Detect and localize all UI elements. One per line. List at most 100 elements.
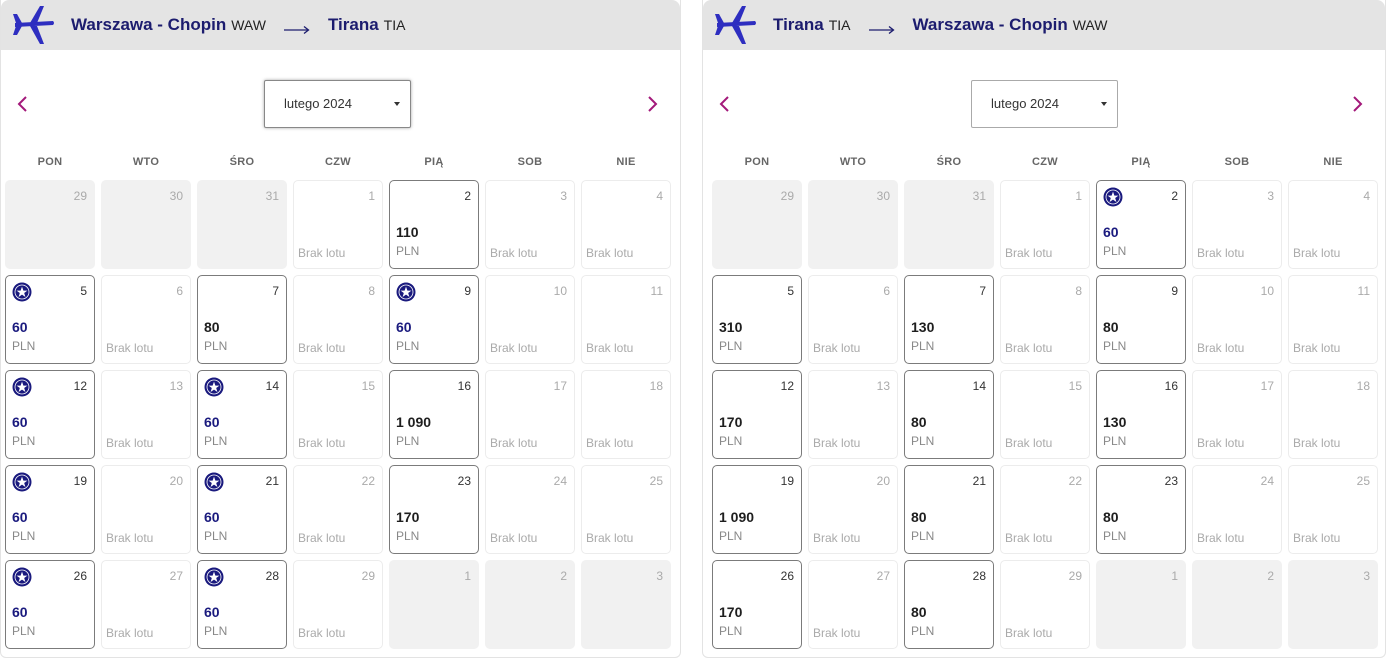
day-cell: 3 <box>1288 560 1378 649</box>
day-cell[interactable]: 26 60 PLN <box>5 560 95 649</box>
return-calendar-panel: Tirana TIA Warszawa - Chopin WAW lutego 2024… <box>702 0 1386 658</box>
price-value: 80 <box>911 414 927 430</box>
day-cell: 3 <box>581 560 671 649</box>
day-cell[interactable]: 5 60 PLN <box>5 275 95 364</box>
price-value: 130 <box>911 319 935 335</box>
star-badge-icon <box>204 377 224 397</box>
no-flight-label: Brak lotu <box>586 436 634 450</box>
day-number: 3 <box>656 569 663 583</box>
star-badge-icon <box>1103 187 1123 207</box>
star-badge-icon <box>396 282 416 302</box>
day-cell[interactable]: 14 60 PLN <box>197 370 287 459</box>
chevron-left-icon[interactable] <box>717 94 731 114</box>
star-badge-icon <box>204 472 224 492</box>
chevron-right-icon[interactable] <box>646 94 660 114</box>
caret-down-icon <box>1101 102 1107 106</box>
day-cell: 11 Brak lotu <box>581 275 671 364</box>
no-flight-label: Brak lotu <box>813 626 861 640</box>
day-cell[interactable]: 21 60 PLN <box>197 465 287 554</box>
day-cell: 18 Brak lotu <box>581 370 671 459</box>
day-cell[interactable]: 28 60 PLN <box>197 560 287 649</box>
no-flight-label: Brak lotu <box>490 436 538 450</box>
day-cell[interactable]: 16 130 PLN <box>1096 370 1186 459</box>
day-cell: 4 Brak lotu <box>581 180 671 269</box>
currency-label: PLN <box>719 339 743 353</box>
day-cell[interactable]: 21 80 PLN <box>904 465 994 554</box>
day-cell: 1 <box>1096 560 1186 649</box>
no-flight-label: Brak lotu <box>490 531 538 545</box>
price-value: 310 <box>719 319 743 335</box>
price-value: 60 <box>1103 224 1119 240</box>
day-number: 24 <box>553 474 567 488</box>
currency-label: PLN <box>204 339 228 353</box>
no-flight-label: Brak lotu <box>298 246 346 260</box>
no-flight-label: Brak lotu <box>1293 246 1341 260</box>
no-flight-label: Brak lotu <box>813 531 861 545</box>
day-number: 31 <box>972 189 986 203</box>
day-number: 6 <box>883 284 890 298</box>
day-cell: 27 Brak lotu <box>808 560 898 649</box>
day-cell[interactable]: 12 60 PLN <box>5 370 95 459</box>
price-value: 170 <box>396 509 420 525</box>
day-cell[interactable]: 19 60 PLN <box>5 465 95 554</box>
origin-code: TIA <box>828 17 851 33</box>
no-flight-label: Brak lotu <box>298 436 346 450</box>
day-cell[interactable]: 19 1 090 PLN <box>712 465 802 554</box>
currency-label: PLN <box>396 244 420 258</box>
day-cell[interactable]: 7 130 PLN <box>904 275 994 364</box>
day-number: 21 <box>265 474 279 488</box>
no-flight-label: Brak lotu <box>1197 246 1245 260</box>
day-number: 1 <box>464 569 471 583</box>
chevron-left-icon[interactable] <box>15 94 29 114</box>
day-number: 29 <box>780 189 794 203</box>
day-cell[interactable]: 7 80 PLN <box>197 275 287 364</box>
no-flight-label: Brak lotu <box>1197 341 1245 355</box>
day-cell[interactable]: 23 80 PLN <box>1096 465 1186 554</box>
caret-down-icon <box>394 102 400 106</box>
day-number: 3 <box>560 189 567 203</box>
plane-icon <box>715 4 757 46</box>
origin-name: Tirana <box>773 15 824 34</box>
day-number: 19 <box>73 474 87 488</box>
day-cell[interactable]: 2 110 PLN <box>389 180 479 269</box>
day-cell: 31 <box>197 180 287 269</box>
day-cell[interactable]: 5 310 PLN <box>712 275 802 364</box>
day-cell: 2 <box>1192 560 1282 649</box>
day-cell[interactable]: 26 170 PLN <box>712 560 802 649</box>
currency-label: PLN <box>12 529 36 543</box>
star-badge-icon <box>12 377 32 397</box>
day-cell: 1 Brak lotu <box>1000 180 1090 269</box>
day-cell[interactable]: 23 170 PLN <box>389 465 479 554</box>
day-cell[interactable]: 2 60 PLN <box>1096 180 1186 269</box>
day-number: 15 <box>1068 379 1082 393</box>
price-value: 60 <box>204 414 220 430</box>
day-number: 14 <box>265 379 279 393</box>
no-flight-label: Brak lotu <box>106 531 154 545</box>
day-number: 19 <box>780 474 794 488</box>
weekday-label: SOB <box>517 156 543 168</box>
day-cell[interactable]: 28 80 PLN <box>904 560 994 649</box>
day-cell: 17 Brak lotu <box>485 370 575 459</box>
month-select[interactable]: lutego 2024 <box>971 80 1118 128</box>
day-cell: 29 <box>712 180 802 269</box>
day-number: 25 <box>1356 474 1370 488</box>
day-cell[interactable]: 12 170 PLN <box>712 370 802 459</box>
day-cell: 13 Brak lotu <box>101 370 191 459</box>
weekday-label: PIĄ <box>424 156 444 168</box>
day-number: 18 <box>649 379 663 393</box>
weekday-label: ŚRO <box>229 156 255 168</box>
month-select[interactable]: lutego 2024 <box>264 80 411 128</box>
day-cell: 30 <box>808 180 898 269</box>
day-cell[interactable]: 16 1 090 PLN <box>389 370 479 459</box>
day-cell[interactable]: 9 60 PLN <box>389 275 479 364</box>
day-cell[interactable]: 9 80 PLN <box>1096 275 1186 364</box>
weekday-label: PON <box>37 156 63 168</box>
chevron-right-icon[interactable] <box>1351 94 1365 114</box>
outbound-calendar-panel: Warszawa - Chopin WAW Tirana TIA lutego 2024… <box>0 0 681 658</box>
weekday-label: SOB <box>1224 156 1250 168</box>
no-flight-label: Brak lotu <box>106 626 154 640</box>
price-value: 60 <box>396 319 412 335</box>
day-cell[interactable]: 14 80 PLN <box>904 370 994 459</box>
month-navigation: lutego 2024 <box>1 50 680 156</box>
weekday-label: CZW <box>1032 156 1058 168</box>
